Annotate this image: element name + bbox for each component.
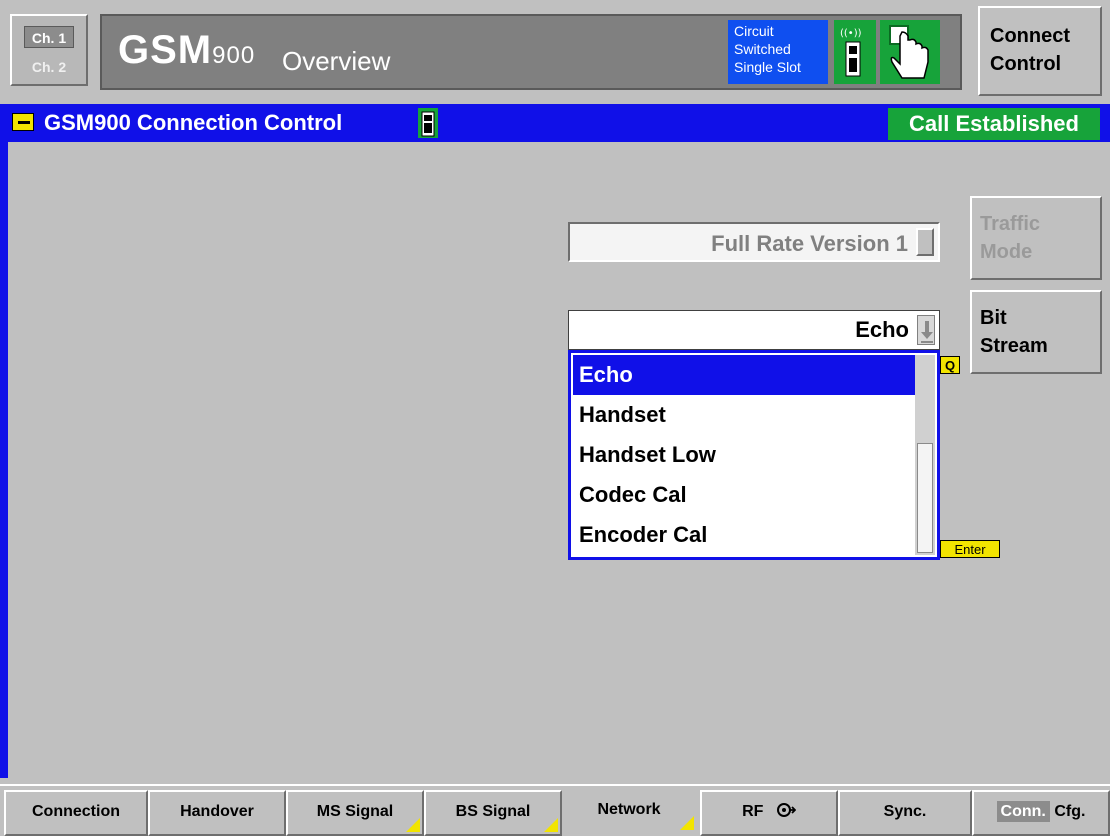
tab-label-badge: Conn. bbox=[996, 801, 1050, 822]
circuit-line-1: Circuit bbox=[734, 23, 774, 39]
bit-stream-value: Echo bbox=[855, 317, 909, 342]
svg-text:((•)): ((•)) bbox=[840, 28, 862, 39]
title-view: Overview bbox=[282, 46, 391, 76]
traffic-mode-dropdown-button[interactable] bbox=[916, 228, 934, 256]
bit-stream-line-2: Stream bbox=[980, 335, 1048, 357]
channel-2-button[interactable]: Ch. 2 bbox=[24, 56, 74, 78]
tab-label: RF bbox=[742, 803, 764, 820]
dropdown-option-echo[interactable]: Echo bbox=[573, 355, 915, 395]
title-band: 900 bbox=[212, 42, 256, 69]
tab-bs-signal[interactable]: BS Signal bbox=[424, 790, 562, 836]
rf-connector-icon bbox=[776, 803, 797, 820]
circuit-line-3: Single Slot bbox=[734, 59, 801, 75]
tab-label: BS Signal bbox=[455, 803, 531, 820]
dropdown-option-handset[interactable]: Handset bbox=[573, 395, 915, 435]
dropdown-scrollbar[interactable] bbox=[915, 355, 935, 555]
dropdown-option-handset-low[interactable]: Handset Low bbox=[573, 435, 915, 475]
tab-label: MS Signal bbox=[316, 803, 394, 820]
traffic-mode-button[interactable]: Traffic Mode bbox=[970, 196, 1102, 280]
channel-selector[interactable]: Ch. 1 Ch. 2 bbox=[10, 14, 88, 86]
minimize-icon[interactable] bbox=[12, 113, 34, 131]
bit-stream-select[interactable]: Echo bbox=[568, 310, 940, 350]
connection-control-banner: GSM900 Connection Control Call Establish… bbox=[0, 104, 1110, 142]
tab-network[interactable]: Network bbox=[562, 790, 696, 832]
channel-1-button[interactable]: Ch. 1 bbox=[24, 26, 74, 48]
tab-handover[interactable]: Handover bbox=[148, 790, 286, 836]
mobile-signal-icon: ((•)) bbox=[834, 20, 876, 84]
tab-sync[interactable]: Sync. bbox=[838, 790, 972, 836]
traffic-mode-line-1: Traffic bbox=[980, 213, 1041, 235]
mobile-phone-icon bbox=[418, 108, 438, 138]
tab-label: Sync. bbox=[883, 803, 927, 820]
bit-stream-line-1: Bit bbox=[980, 307, 1007, 329]
scrollbar-thumb[interactable] bbox=[917, 443, 933, 553]
tab-conn-cfg[interactable]: Conn. Cfg. bbox=[972, 790, 1110, 836]
header: Ch. 1 Ch. 2 GSM900 Overview Circuit Swit… bbox=[0, 0, 1110, 100]
frame-border bbox=[0, 142, 8, 778]
tab-label: Handover bbox=[180, 803, 254, 820]
bit-stream-dropdown-list[interactable]: Echo Handset Handset Low Codec Cal Encod… bbox=[568, 350, 940, 560]
connect-line-2: Control bbox=[990, 53, 1062, 75]
dropdown-option-codec-cal[interactable]: Codec Cal bbox=[573, 475, 915, 515]
tab-label: Network bbox=[597, 801, 661, 818]
bit-stream-button[interactable]: Bit Stream bbox=[970, 290, 1102, 374]
bottom-tab-bar: Connection Handover MS Signal BS Signal … bbox=[0, 784, 1110, 836]
submenu-indicator bbox=[680, 816, 694, 830]
connect-control-button[interactable]: Connect Control bbox=[978, 6, 1102, 96]
traffic-mode-value: Full Rate Version 1 bbox=[711, 231, 908, 256]
banner-title: GSM900 Connection Control bbox=[44, 110, 343, 135]
circuit-mode-indicator: Circuit Switched Single Slot bbox=[728, 20, 828, 84]
tab-ms-signal[interactable]: MS Signal bbox=[286, 790, 424, 836]
title-standard: GSM bbox=[118, 28, 213, 72]
submenu-indicator bbox=[544, 818, 558, 832]
chevron-down-icon[interactable] bbox=[917, 315, 935, 345]
traffic-mode-line-2: Mode bbox=[980, 241, 1033, 263]
title-panel: GSM900 Overview Circuit Switched Single … bbox=[100, 14, 962, 90]
touch-hand-icon bbox=[880, 20, 940, 84]
page-title: GSM900 bbox=[118, 28, 255, 73]
tab-label: Cfg. bbox=[1054, 803, 1086, 820]
tab-rf[interactable]: RF bbox=[700, 790, 838, 836]
traffic-mode-field[interactable]: Full Rate Version 1 bbox=[568, 222, 940, 262]
call-status-badge: Call Established bbox=[888, 108, 1100, 140]
tab-connection[interactable]: Connection bbox=[4, 790, 148, 836]
quit-key-tag[interactable]: Q bbox=[940, 356, 960, 374]
enter-key-tag[interactable]: Enter bbox=[940, 540, 1000, 558]
submenu-indicator bbox=[406, 818, 420, 832]
tab-label: Connection bbox=[32, 803, 120, 820]
dropdown-option-encoder-cal[interactable]: Encoder Cal bbox=[573, 515, 915, 555]
connect-line-1: Connect bbox=[990, 25, 1070, 47]
circuit-line-2: Switched bbox=[734, 41, 791, 57]
